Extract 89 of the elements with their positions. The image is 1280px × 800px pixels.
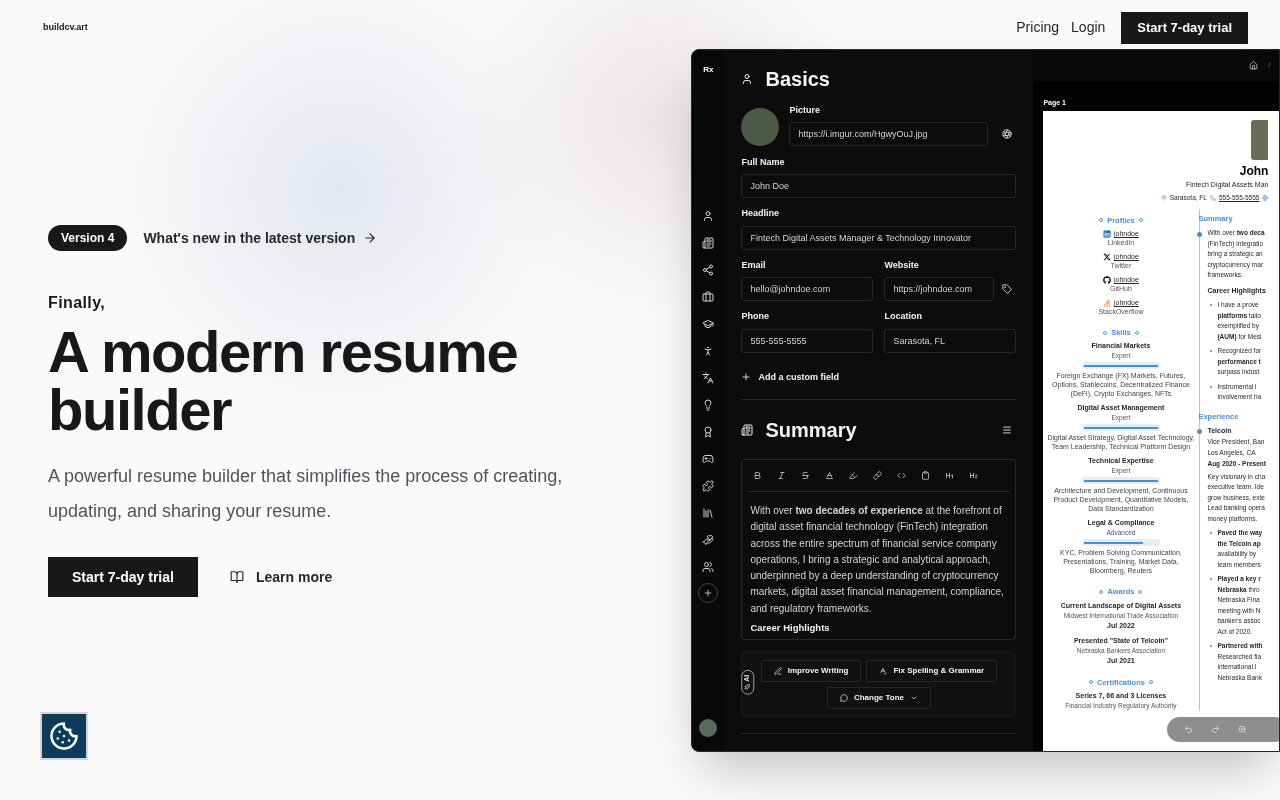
puzzle-icon[interactable] — [702, 480, 715, 492]
stackoverflow-icon — [1102, 298, 1111, 307]
field-label: Full Name — [741, 155, 786, 169]
user-icon — [741, 73, 754, 85]
book-icon — [229, 570, 244, 584]
tag-icon[interactable] — [1002, 284, 1013, 294]
italic-icon[interactable] — [777, 471, 787, 480]
share-icon[interactable] — [702, 264, 715, 276]
field-label: Headline — [741, 207, 780, 220]
heading-two-icon[interactable] — [969, 471, 979, 480]
bullet-icon — [1210, 385, 1213, 388]
photo-placeholder — [1251, 120, 1269, 160]
highlighter-icon[interactable] — [849, 471, 859, 480]
eyebrow-text: Finally, — [48, 293, 107, 313]
user-icon[interactable] — [702, 210, 715, 222]
handshake-icon[interactable] — [702, 534, 715, 546]
gamepad-icon[interactable] — [702, 453, 715, 465]
lightbulb-icon[interactable] — [702, 399, 715, 411]
editor-subheading: Career Highlights — [750, 621, 831, 636]
news-link[interactable]: What's new in the latest version — [143, 227, 378, 249]
languages-icon[interactable] — [702, 372, 715, 384]
breadcrumb-separator: / — [1268, 59, 1271, 72]
text-field[interactable]: John Doe — [741, 174, 1017, 198]
learn-more-button[interactable]: Learn more — [229, 566, 333, 588]
users-icon[interactable] — [702, 561, 715, 573]
newspaper-icon — [741, 424, 754, 436]
clipboard-icon[interactable] — [921, 471, 931, 480]
avatar — [741, 107, 780, 146]
version-badge: Version 4 — [48, 225, 128, 251]
ai-action-button[interactable]: Improve Writing — [760, 659, 862, 682]
bullet-icon — [1210, 645, 1213, 648]
books-icon[interactable] — [702, 507, 715, 519]
text-field[interactable]: 555-555-5555 — [741, 328, 874, 353]
trial-button[interactable]: Start 7-day trial — [1121, 11, 1248, 44]
resume-name: John — [1239, 164, 1269, 178]
heading-one-icon[interactable] — [945, 471, 955, 480]
chat-icon — [839, 693, 848, 702]
link-icon[interactable] — [873, 471, 883, 480]
summary-text: With over two decades of experience at the forefront of digital asset financial technology (FinTech) integration across the entire spectrum of financial service company operations, I bring a strategic and analytical approach, underpinned by a deep understanding of cryptocurrency markets, digital asset financial management, compliance, and regulatory frameworks. — [750, 504, 1005, 616]
ai-action-button[interactable]: Fix Spelling & Grammar — [866, 659, 998, 682]
sparkles-icon — [744, 683, 751, 690]
text-field[interactable]: https://johndoe.com — [884, 277, 995, 301]
field-label: Location — [884, 310, 923, 323]
briefcase-icon[interactable] — [702, 291, 715, 303]
newspaper-icon[interactable] — [702, 237, 715, 249]
field-label: Email — [741, 258, 767, 272]
bullet-icon — [1210, 532, 1213, 535]
code-icon[interactable] — [897, 471, 907, 480]
section-title: Basics — [765, 67, 830, 92]
section-title: Summary — [765, 418, 857, 443]
phone-icon — [1209, 194, 1216, 201]
cookie-icon — [49, 721, 79, 751]
avatar[interactable] — [699, 719, 718, 737]
nav-link[interactable]: Pricing — [1016, 17, 1060, 38]
change-tone-button[interactable]: Change Tone — [826, 686, 931, 709]
graduation-cap-icon[interactable] — [702, 318, 715, 330]
plus-icon — [703, 588, 714, 598]
text-field[interactable]: Sarasota, FL — [884, 328, 1017, 353]
spellcheck-icon — [879, 666, 888, 675]
bold-icon[interactable] — [753, 471, 763, 480]
award-icon[interactable] — [702, 426, 715, 438]
cookie-settings-button[interactable] — [40, 712, 88, 760]
nav-link[interactable]: Login — [1071, 17, 1106, 38]
hero-description: A powerful resume builder that simplifies the process of creating, updating, and sharing your resume. — [48, 465, 564, 523]
field-label: Phone — [741, 310, 770, 323]
text-field[interactable]: hello@johndoe.com — [741, 277, 874, 301]
arrow-right-icon — [363, 231, 378, 245]
github-icon — [1102, 275, 1111, 284]
text-field[interactable]: Fintech Digital Assets Manager & Technology Innovator — [741, 225, 1017, 250]
app-logo[interactable]: Rx — [703, 64, 714, 76]
bullet-icon — [1210, 578, 1213, 581]
home-icon[interactable] — [1249, 60, 1259, 70]
plus-icon — [741, 372, 752, 383]
aperture-icon[interactable] — [1002, 128, 1013, 139]
pen-icon — [773, 666, 782, 675]
add-custom-field-button[interactable]: Add a custom field — [741, 370, 839, 384]
menu-icon[interactable] — [1002, 425, 1013, 435]
hero-title: A modern resume builder — [48, 323, 519, 439]
picture-url-field[interactable]: https://i.imgur.com/HgwyOuJ.jpg — [789, 121, 989, 146]
site-logo[interactable]: buildcv.art — [43, 20, 88, 35]
linkedin-icon — [1102, 229, 1111, 238]
field-label: Website — [884, 258, 920, 272]
field-label: Picture — [789, 104, 821, 117]
x-icon — [1102, 252, 1111, 261]
start-trial-button[interactable]: Start 7-day trial — [48, 557, 198, 597]
globe-icon — [1262, 194, 1269, 201]
strikethrough-icon[interactable] — [801, 471, 811, 480]
map-pin-icon — [1160, 194, 1167, 201]
text-color-icon[interactable] — [825, 471, 835, 480]
